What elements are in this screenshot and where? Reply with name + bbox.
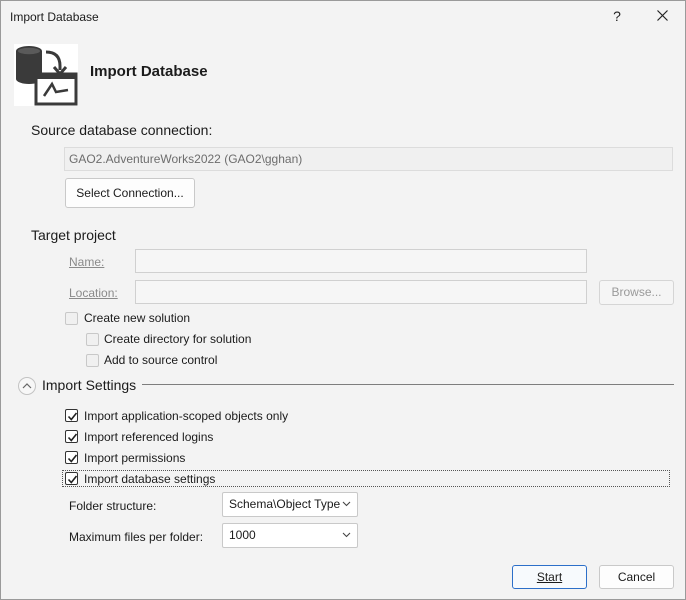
import-database-dialog: Import Database ? Import Database Source… xyxy=(0,0,686,600)
checkmark-icon xyxy=(67,475,78,484)
page-title: Import Database xyxy=(90,63,208,80)
location-input[interactable] xyxy=(135,280,587,304)
checkmark-icon xyxy=(67,433,78,442)
create-new-solution-checkbox[interactable] xyxy=(65,312,78,325)
max-files-value: 1000 xyxy=(229,528,256,542)
import-permissions-checkbox[interactable] xyxy=(65,451,78,464)
import-application-scoped-label: Import application-scoped objects only xyxy=(84,409,289,423)
max-files-combobox[interactable]: 1000 xyxy=(222,523,358,548)
import-application-scoped-checkbox[interactable] xyxy=(65,409,78,422)
browse-button[interactable]: Browse... xyxy=(599,280,674,305)
folder-structure-select[interactable]: Schema\Object Type xyxy=(222,492,358,517)
folder-structure-label: Folder structure: xyxy=(69,499,157,513)
start-button[interactable]: Start xyxy=(512,565,587,589)
import-database-settings-label: Import database settings xyxy=(84,472,216,486)
section-divider xyxy=(142,384,674,385)
chevron-down-icon xyxy=(342,501,351,507)
title-bar: Import Database ? xyxy=(1,1,685,32)
add-to-source-control-label: Add to source control xyxy=(104,353,218,367)
name-label: Name: xyxy=(69,255,104,269)
checkmark-icon xyxy=(67,454,78,463)
select-connection-button[interactable]: Select Connection... xyxy=(65,178,195,208)
source-connection-field: GAO2.AdventureWorks2022 (GAO2\gghan) xyxy=(64,147,673,171)
close-icon xyxy=(656,10,668,21)
help-button[interactable]: ? xyxy=(602,4,632,28)
name-input[interactable] xyxy=(135,249,587,273)
import-referenced-logins-label: Import referenced logins xyxy=(84,430,214,444)
import-settings-collapse-button[interactable] xyxy=(18,377,36,395)
import-settings-section-label: Import Settings xyxy=(42,377,137,393)
cancel-button[interactable]: Cancel xyxy=(599,565,674,589)
source-section-label: Source database connection: xyxy=(31,122,213,138)
close-button[interactable] xyxy=(647,4,677,28)
location-label: Location: xyxy=(69,286,118,300)
create-directory-label: Create directory for solution xyxy=(104,332,252,346)
chevron-up-icon xyxy=(22,383,32,389)
name-label-text: Name: xyxy=(69,255,105,269)
database-import-icon xyxy=(14,44,78,106)
max-files-label: Maximum files per folder: xyxy=(69,530,204,544)
create-directory-checkbox[interactable] xyxy=(86,333,99,346)
create-new-solution-label: Create new solution xyxy=(84,311,191,325)
window-title: Import Database xyxy=(10,10,99,24)
import-database-settings-checkbox[interactable] xyxy=(65,472,78,485)
checkmark-icon xyxy=(67,412,78,421)
start-button-label: Start xyxy=(536,570,563,584)
location-label-text: Location: xyxy=(69,286,118,300)
chevron-down-icon xyxy=(342,532,351,538)
folder-structure-value: Schema\Object Type xyxy=(229,497,341,511)
add-to-source-control-checkbox[interactable] xyxy=(86,354,99,367)
target-project-section-label: Target project xyxy=(31,227,116,243)
import-referenced-logins-checkbox[interactable] xyxy=(65,430,78,443)
import-permissions-label: Import permissions xyxy=(84,451,186,465)
